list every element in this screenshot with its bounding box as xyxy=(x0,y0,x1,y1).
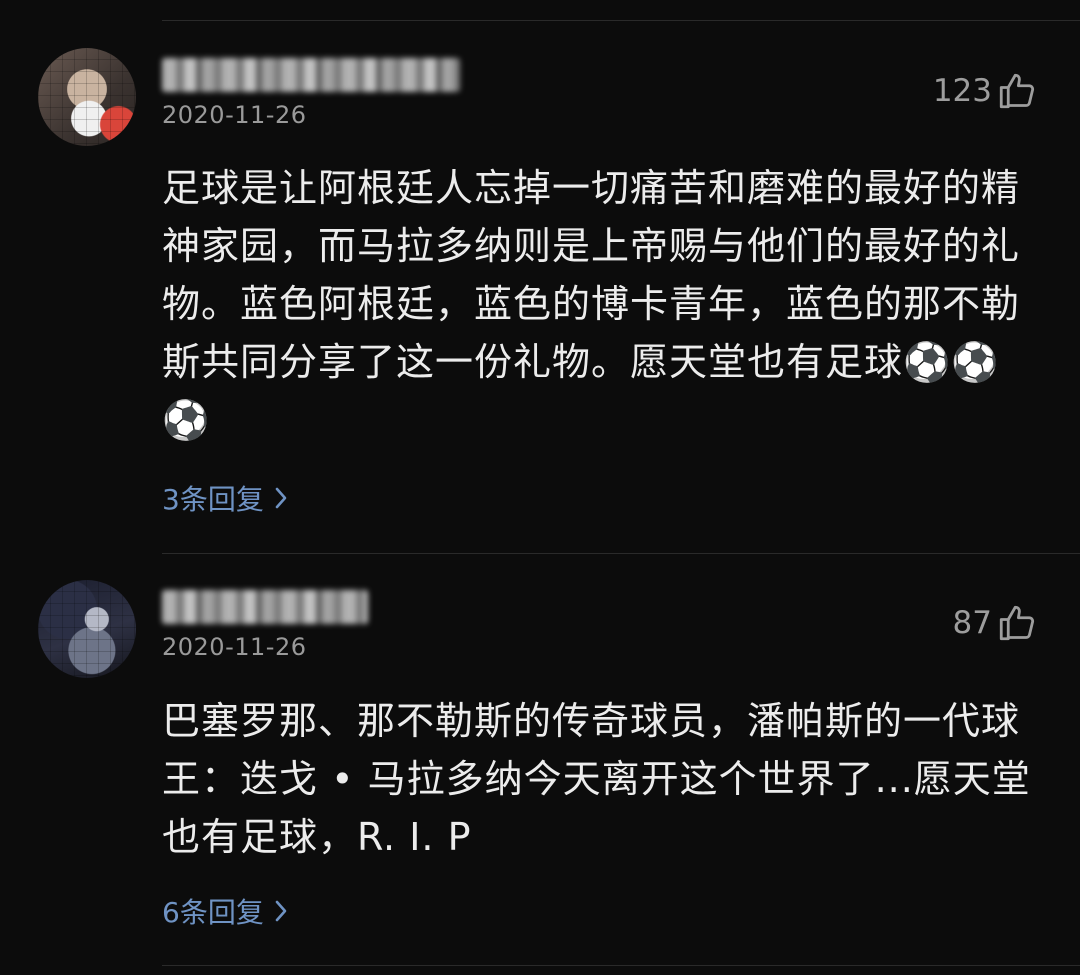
view-replies-link[interactable]: 3条回复 xyxy=(162,478,288,518)
avatar-pixelation xyxy=(38,48,136,146)
thumbs-up-icon xyxy=(996,602,1038,644)
username-blurred[interactable] xyxy=(162,590,368,624)
like-count: 87 xyxy=(952,605,992,641)
avatar-pixelation xyxy=(38,580,136,678)
comment-divider xyxy=(162,553,1080,554)
avatar[interactable] xyxy=(38,48,136,146)
comment-date: 2020-11-26 xyxy=(162,633,307,661)
like-button[interactable]: 123 xyxy=(933,70,1038,112)
replies-label: 6条回复 xyxy=(162,896,264,929)
username-blurred[interactable] xyxy=(162,58,460,92)
comment-date: 2020-11-26 xyxy=(162,101,307,129)
chevron-right-icon xyxy=(274,899,288,923)
top-divider xyxy=(162,20,1080,21)
view-replies-link[interactable]: 6条回复 xyxy=(162,891,288,931)
comment-text: 巴塞罗那、那不勒斯的传奇球员，潘帕斯的一代球王：迭戈 • 马拉多纳今天离开这个世… xyxy=(162,699,1031,859)
avatar[interactable] xyxy=(38,580,136,678)
like-button[interactable]: 87 xyxy=(953,602,1038,644)
comment-text: 足球是让阿根廷人忘掉一切痛苦和磨难的最好的精神家园，而马拉多纳则是上帝赐与他们的… xyxy=(162,166,1021,442)
chevron-right-icon xyxy=(274,486,288,510)
replies-label: 3条回复 xyxy=(162,483,264,516)
like-count: 123 xyxy=(932,73,992,109)
bottom-divider xyxy=(162,965,1080,966)
thumbs-up-icon xyxy=(996,70,1038,112)
